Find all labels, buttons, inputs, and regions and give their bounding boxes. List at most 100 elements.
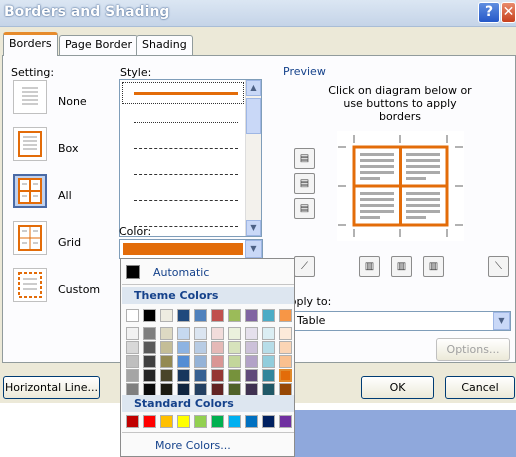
theme-shade-swatch[interactable] [228, 369, 241, 382]
setting-none-label[interactable]: None [58, 95, 87, 108]
theme-color-swatch[interactable] [143, 309, 156, 322]
theme-shade-swatch[interactable] [126, 327, 139, 340]
theme-shade-swatch[interactable] [160, 355, 173, 368]
style-dash-dot[interactable] [134, 200, 238, 201]
theme-shade-swatch[interactable] [194, 369, 207, 382]
theme-shade-swatch[interactable] [177, 369, 190, 382]
style-list[interactable]: ▲ ▼ [119, 79, 262, 237]
diagonal-down-border-button[interactable]: ⟋ [294, 256, 315, 277]
top-border-button[interactable]: ▤ [294, 148, 315, 169]
ok-button[interactable]: OK [361, 376, 434, 399]
help-button[interactable]: ? [478, 2, 500, 23]
left-border-button[interactable]: ▥ [359, 256, 380, 277]
theme-shade-swatch[interactable] [194, 341, 207, 354]
theme-color-swatch[interactable] [177, 309, 190, 322]
theme-shade-swatch[interactable] [143, 355, 156, 368]
scroll-thumb[interactable] [246, 98, 261, 134]
setting-none-icon[interactable] [13, 80, 47, 114]
theme-color-swatch[interactable] [279, 309, 292, 322]
theme-shade-swatch[interactable] [262, 341, 275, 354]
theme-shade-swatch[interactable] [194, 327, 207, 340]
theme-shade-swatch[interactable] [126, 355, 139, 368]
style-scrollbar[interactable]: ▲ ▼ [245, 80, 261, 236]
theme-color-swatch[interactable] [194, 309, 207, 322]
theme-shade-swatch[interactable] [211, 369, 224, 382]
cancel-button[interactable]: Cancel [445, 376, 515, 399]
standard-color-swatch[interactable] [194, 415, 207, 428]
theme-shade-swatch[interactable] [245, 355, 258, 368]
theme-shade-swatch[interactable] [177, 355, 190, 368]
apply-to-dropdown[interactable]: Table ▼ [282, 311, 511, 331]
theme-shade-swatch[interactable] [245, 369, 258, 382]
tab-borders[interactable]: Borders [3, 32, 58, 56]
theme-shade-swatch[interactable] [143, 327, 156, 340]
theme-shade-swatch[interactable] [228, 355, 241, 368]
tab-page-border[interactable]: Page Border [59, 35, 139, 55]
setting-custom-label[interactable]: Custom [58, 283, 100, 296]
theme-color-swatch[interactable] [228, 309, 241, 322]
options-button[interactable]: Options... [436, 338, 510, 361]
theme-shade-swatch[interactable] [126, 341, 139, 354]
theme-shade-swatch[interactable] [228, 341, 241, 354]
inside-horizontal-border-button[interactable]: ▤ [294, 173, 315, 194]
standard-color-swatch[interactable] [177, 415, 190, 428]
setting-box-icon[interactable] [13, 127, 47, 161]
style-dotted[interactable] [134, 122, 238, 123]
close-button[interactable]: ✕ [501, 2, 516, 23]
chevron-down-icon[interactable]: ▼ [493, 312, 510, 330]
color-dropdown[interactable]: ▼ [119, 239, 263, 259]
theme-shade-swatch[interactable] [211, 327, 224, 340]
theme-shade-swatch[interactable] [177, 341, 190, 354]
theme-shade-swatch[interactable] [211, 341, 224, 354]
theme-shade-swatch[interactable] [194, 355, 207, 368]
standard-color-swatch[interactable] [245, 415, 258, 428]
theme-color-swatch[interactable] [211, 309, 224, 322]
theme-shade-swatch[interactable] [279, 341, 292, 354]
theme-shade-swatch[interactable] [160, 327, 173, 340]
theme-color-swatch[interactable] [126, 309, 139, 322]
preview-diagram[interactable] [337, 131, 464, 241]
theme-color-swatch[interactable] [262, 309, 275, 322]
bottom-border-button[interactable]: ▤ [294, 198, 315, 219]
standard-color-swatch[interactable] [143, 415, 156, 428]
more-colors-option[interactable]: More Colors... [155, 439, 231, 452]
setting-box-label[interactable]: Box [58, 142, 78, 155]
standard-color-swatch[interactable] [160, 415, 173, 428]
standard-color-swatch[interactable] [126, 415, 139, 428]
horizontal-line-button[interactable]: Horizontal Line... [3, 376, 100, 399]
scroll-down-icon[interactable]: ▼ [246, 220, 261, 236]
theme-shade-swatch[interactable] [177, 327, 190, 340]
theme-shade-swatch[interactable] [245, 327, 258, 340]
standard-color-swatch[interactable] [279, 415, 292, 428]
theme-shade-swatch[interactable] [279, 327, 292, 340]
tab-shading[interactable]: Shading [136, 35, 193, 55]
automatic-option[interactable]: Automatic [153, 266, 209, 279]
theme-color-swatch[interactable] [245, 309, 258, 322]
right-border-button[interactable]: ▥ [423, 256, 444, 277]
theme-shade-swatch[interactable] [262, 369, 275, 382]
theme-shade-swatch[interactable] [279, 369, 292, 382]
diagonal-up-border-button[interactable]: ⟍ [488, 256, 509, 277]
theme-shade-swatch[interactable] [228, 327, 241, 340]
setting-grid-label[interactable]: Grid [58, 236, 81, 249]
theme-shade-swatch[interactable] [245, 341, 258, 354]
theme-shade-swatch[interactable] [279, 355, 292, 368]
setting-grid-icon[interactable] [13, 221, 47, 255]
automatic-swatch[interactable] [126, 265, 140, 279]
setting-custom-icon[interactable] [13, 268, 47, 302]
scroll-up-icon[interactable]: ▲ [246, 80, 261, 96]
style-dashed-short[interactable] [134, 148, 238, 149]
standard-color-swatch[interactable] [228, 415, 241, 428]
chevron-down-icon[interactable]: ▼ [245, 240, 262, 258]
setting-all-label[interactable]: All [58, 189, 72, 202]
theme-shade-swatch[interactable] [262, 355, 275, 368]
style-dashed-long[interactable] [134, 174, 238, 175]
standard-color-swatch[interactable] [211, 415, 224, 428]
theme-shade-swatch[interactable] [211, 355, 224, 368]
setting-all-icon[interactable] [13, 174, 47, 208]
theme-shade-swatch[interactable] [143, 369, 156, 382]
theme-shade-swatch[interactable] [143, 341, 156, 354]
theme-shade-swatch[interactable] [160, 369, 173, 382]
theme-shade-swatch[interactable] [126, 369, 139, 382]
style-solid-thick[interactable] [134, 92, 238, 95]
